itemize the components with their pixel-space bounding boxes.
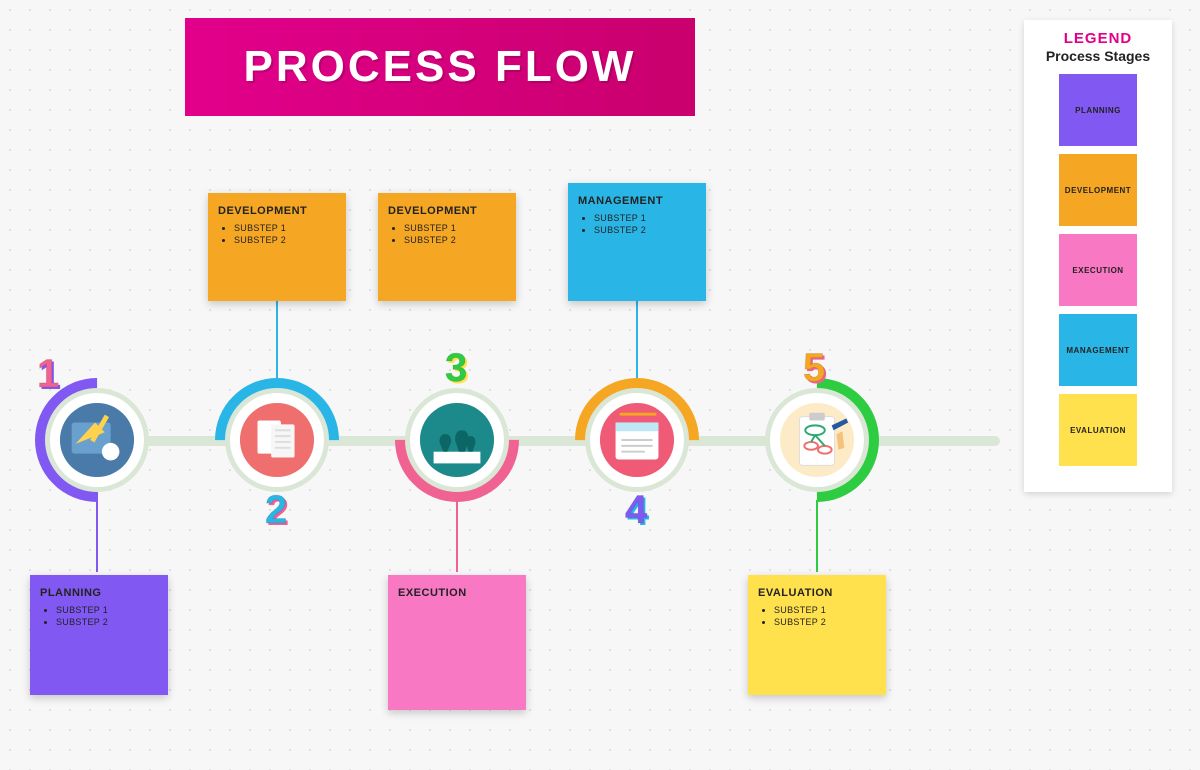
card-execution[interactable]: EXECUTION xyxy=(388,575,526,710)
substep: SUBSTEP 2 xyxy=(234,235,336,245)
node-ring xyxy=(405,388,509,492)
substep: SUBSTEP 1 xyxy=(594,213,696,223)
card-list: SUBSTEP 1 SUBSTEP 2 xyxy=(594,213,696,235)
stage-node-2[interactable]: 2 xyxy=(225,388,329,492)
docs-icon xyxy=(230,393,324,487)
stage-node-1[interactable]: 1 xyxy=(45,388,149,492)
stage-node-4[interactable]: 4 xyxy=(585,388,689,492)
stage-number: 3 xyxy=(445,346,467,391)
stage-node-3[interactable]: 3 xyxy=(405,388,509,492)
stage-number: 4 xyxy=(625,488,647,533)
card-evaluation[interactable]: EVALUATION SUBSTEP 1 SUBSTEP 2 xyxy=(748,575,886,695)
card-planning[interactable]: PLANNING SUBSTEP 1 SUBSTEP 2 xyxy=(30,575,168,695)
card-list: SUBSTEP 1 SUBSTEP 2 xyxy=(234,223,336,245)
node-ring xyxy=(225,388,329,492)
connector-5 xyxy=(816,500,818,572)
substep: SUBSTEP 1 xyxy=(234,223,336,233)
stage-number: 1 xyxy=(37,352,59,397)
process-flow-diagram: PLANNING SUBSTEP 1 SUBSTEP 2 DEVELOPMENT… xyxy=(0,0,1200,770)
connector-1 xyxy=(96,492,98,572)
card-list: SUBSTEP 1 SUBSTEP 2 xyxy=(404,223,506,245)
window-icon xyxy=(590,393,684,487)
card-list: SUBSTEP 1 SUBSTEP 2 xyxy=(774,605,876,627)
substep: SUBSTEP 1 xyxy=(404,223,506,233)
substep: SUBSTEP 2 xyxy=(594,225,696,235)
card-title: MANAGEMENT xyxy=(578,195,696,207)
node-ring xyxy=(765,388,869,492)
card-management[interactable]: MANAGEMENT SUBSTEP 1 SUBSTEP 2 xyxy=(568,183,706,301)
connector-2 xyxy=(276,300,278,388)
card-title: EVALUATION xyxy=(758,587,876,599)
card-list: SUBSTEP 1 SUBSTEP 2 xyxy=(56,605,158,627)
substep: SUBSTEP 1 xyxy=(774,605,876,615)
chess-icon xyxy=(410,393,504,487)
connector-4 xyxy=(636,300,638,388)
stage-number: 5 xyxy=(803,346,825,391)
card-title: PLANNING xyxy=(40,587,158,599)
plan-icon xyxy=(50,393,144,487)
substep: SUBSTEP 2 xyxy=(404,235,506,245)
card-title: DEVELOPMENT xyxy=(388,205,506,217)
connector-3 xyxy=(456,500,458,572)
substep: SUBSTEP 2 xyxy=(56,617,158,627)
clipboard-icon xyxy=(770,393,864,487)
stage-number: 2 xyxy=(265,488,287,533)
card-development-a[interactable]: DEVELOPMENT SUBSTEP 1 SUBSTEP 2 xyxy=(208,193,346,301)
card-title: DEVELOPMENT xyxy=(218,205,336,217)
node-ring xyxy=(45,388,149,492)
substep: SUBSTEP 2 xyxy=(774,617,876,627)
stage-node-5[interactable]: 5 xyxy=(765,388,869,492)
node-ring xyxy=(585,388,689,492)
card-title: EXECUTION xyxy=(398,587,516,599)
card-development-b[interactable]: DEVELOPMENT SUBSTEP 1 SUBSTEP 2 xyxy=(378,193,516,301)
substep: SUBSTEP 1 xyxy=(56,605,158,615)
